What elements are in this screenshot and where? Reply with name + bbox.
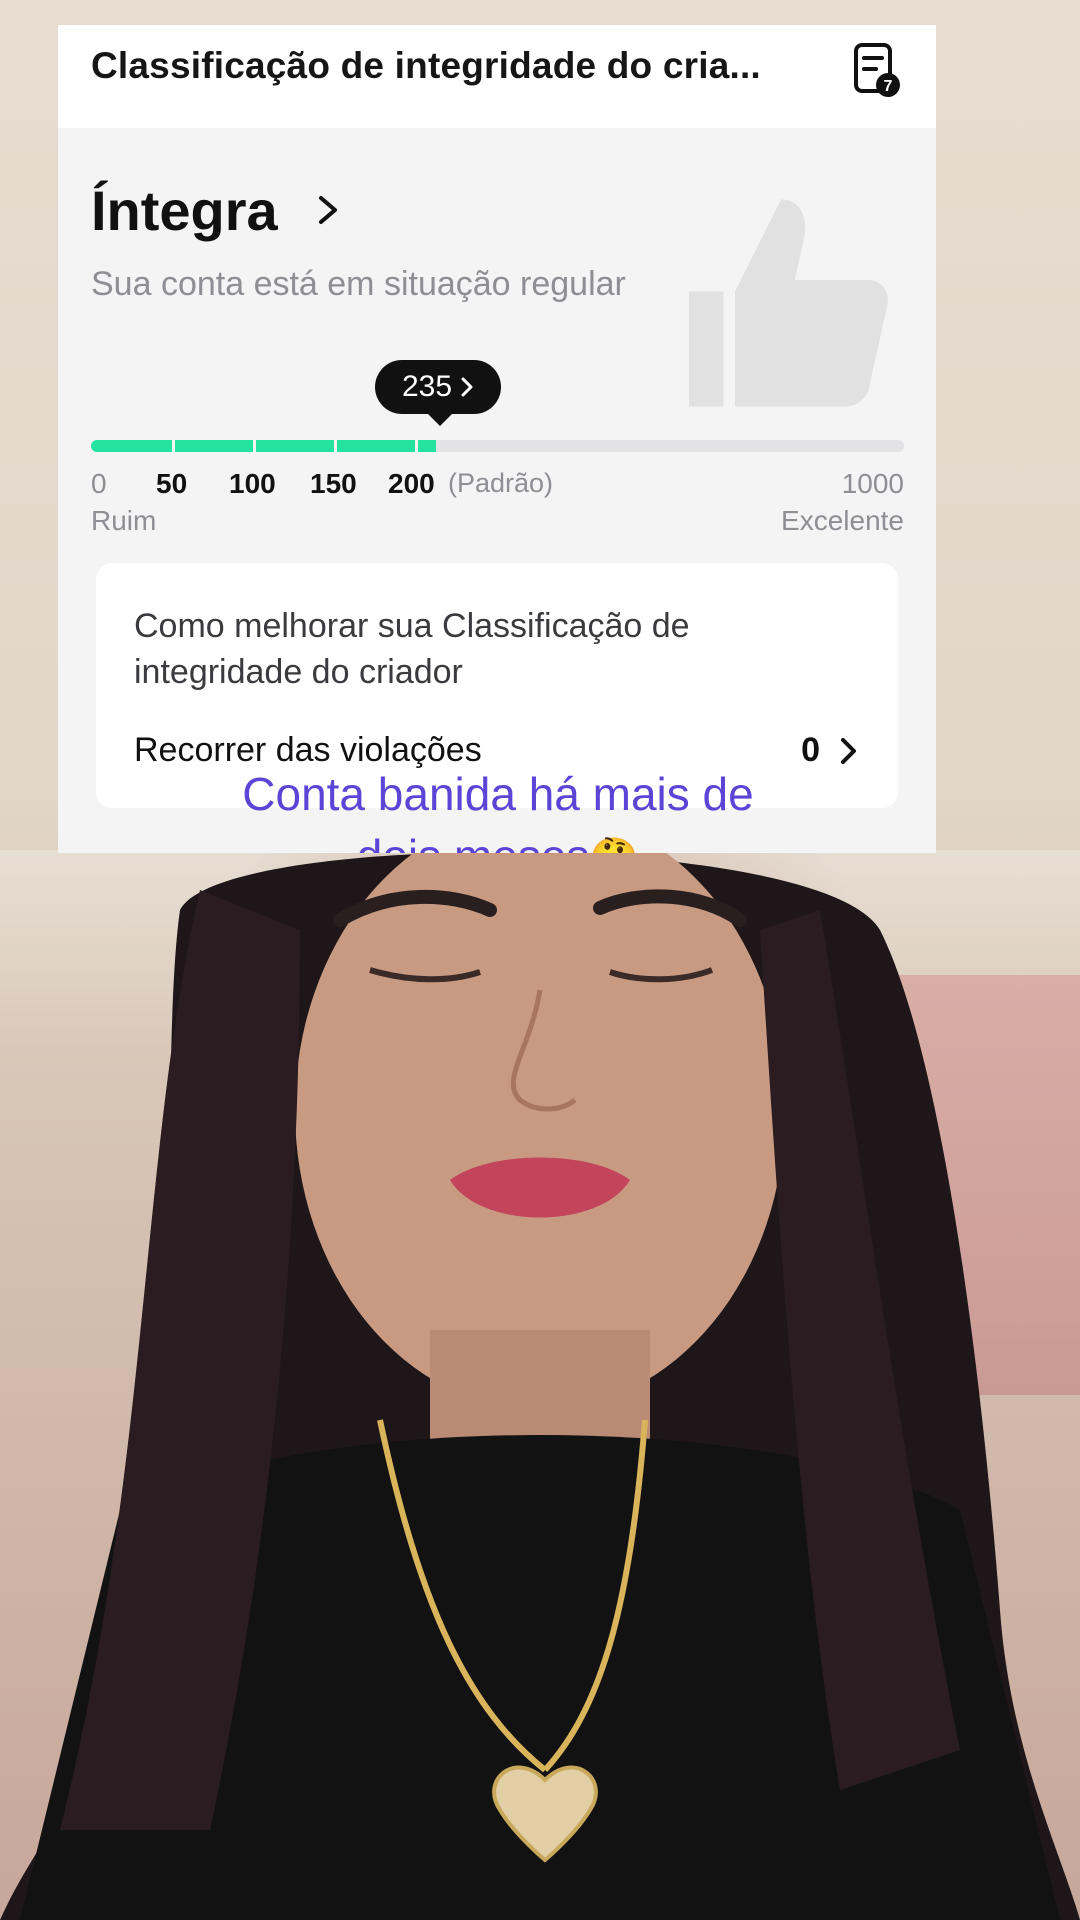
scale-low-label: Ruim — [91, 505, 157, 536]
tick-label: 100 — [229, 468, 276, 499]
track-divider — [334, 440, 337, 452]
score-fill — [91, 440, 436, 452]
thumbs-up-icon — [689, 199, 888, 407]
top-bar: Classificação de integridade do cria... … — [58, 25, 936, 128]
tick-label: 0 — [91, 468, 107, 499]
track-divider — [415, 440, 418, 452]
tick-label: 200 — [388, 468, 435, 499]
score-value: 235 — [401, 370, 453, 403]
person-video-frame — [0, 850, 1080, 1920]
integrity-screenshot: Classificação de integridade do cria... … — [58, 25, 936, 853]
tick-label-max: 1000 — [841, 468, 904, 499]
score-bubble-tail — [426, 412, 454, 426]
scale-high-label: Excelente — [781, 505, 904, 536]
track-divider — [172, 440, 175, 452]
thinking-face-icon: 🤔 — [589, 837, 639, 853]
score-track — [91, 440, 904, 452]
video-caption: Conta banida há mais de dois meses🤔 — [158, 763, 838, 853]
tips-title: Como melhorar sua Classificação de integ… — [134, 607, 690, 691]
tick-label: 50 — [156, 468, 188, 499]
page-title: Classificação de integridade do cria... — [91, 45, 761, 86]
doc-badge: 7 — [884, 78, 893, 95]
status-subtitle: Sua conta está em situação regular — [91, 265, 626, 303]
status-title[interactable]: Íntegra — [91, 178, 278, 243]
track-divider — [253, 440, 256, 452]
integrity-panel: Íntegra Sua conta está em situação regul… — [58, 128, 936, 853]
tick-label: 150 — [310, 468, 357, 499]
chevron-right-icon[interactable] — [838, 733, 860, 769]
default-note: (Padrão) — [448, 468, 554, 498]
caption-line-1: Conta banida há mais de — [242, 768, 754, 820]
document-icon[interactable]: 7 — [852, 41, 902, 99]
chevron-right-icon[interactable] — [313, 190, 343, 230]
caption-line-2: dois meses — [357, 830, 590, 853]
score-bubble[interactable]: 235 — [375, 360, 501, 414]
chevron-right-icon — [461, 377, 473, 397]
